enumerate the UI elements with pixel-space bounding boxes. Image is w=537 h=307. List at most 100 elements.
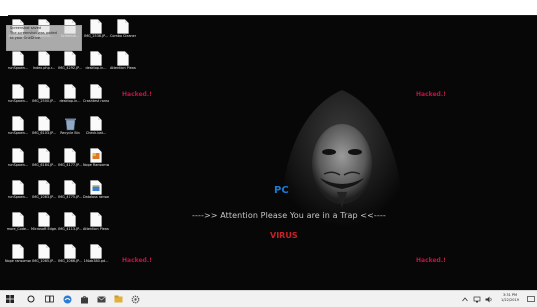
desktop-icon-label: runSpawn... bbox=[7, 66, 29, 70]
desktop-icon[interactable]: IMG_2500.JP... bbox=[31, 84, 57, 112]
document-file-icon bbox=[83, 116, 109, 131]
hacked-label: Hacked.! bbox=[122, 91, 152, 98]
desktop-icon-label: IMG_6103.JP... bbox=[32, 131, 56, 135]
document-file-icon bbox=[83, 244, 109, 259]
desktop-icon-label: Recycle Bin bbox=[60, 131, 80, 135]
desktop-icon[interactable]: IMG_4113.JP... bbox=[57, 212, 83, 240]
desktop-icon-label: IMG_4113.JP... bbox=[58, 227, 82, 231]
desktop-icon-label: IMG_6184.JP... bbox=[32, 163, 56, 167]
desktop-icon-label: desktop.in... bbox=[85, 66, 107, 70]
desktop-icon-label: Index.php.r... bbox=[32, 66, 56, 70]
document-file-icon bbox=[83, 51, 109, 66]
desktop-icon[interactable]: Index.php.r... bbox=[31, 51, 57, 79]
desktop-icon[interactable]: Check.bat... bbox=[83, 116, 109, 144]
desktop-icon-label: IMG_2536.JP... bbox=[84, 34, 108, 38]
document-file-icon bbox=[31, 244, 57, 259]
document-file-icon bbox=[5, 84, 31, 99]
document-file-icon bbox=[57, 180, 83, 195]
desktop-icon-label: runSpawn... bbox=[7, 163, 29, 167]
desktop-icon[interactable]: IMG_4292.JP... bbox=[57, 51, 83, 79]
hacked-label: Hacked.! bbox=[416, 257, 446, 264]
desktop-icon-label: Check.bat... bbox=[85, 131, 107, 135]
document-file-icon bbox=[31, 51, 57, 66]
colored-file-icon bbox=[83, 148, 109, 163]
desktop-icon[interactable]: IMG_4775.JP... bbox=[57, 180, 83, 208]
desktop-icon[interactable]: IMG_6184.JP... bbox=[31, 148, 57, 176]
desktop-icon-label: 1f4ab380.pd... bbox=[83, 259, 109, 263]
document-file-icon bbox=[5, 116, 31, 131]
desktop-icon[interactable]: IMG_1066.JP... bbox=[57, 244, 83, 272]
desktop-icon-label: runSpawn... bbox=[7, 99, 29, 103]
desktop-icon[interactable]: desktop.in... bbox=[83, 51, 109, 79]
desktop-icon[interactable]: Dataloss ransomware bbox=[83, 180, 109, 208]
document-file-icon bbox=[5, 180, 31, 195]
action-center-icon[interactable] bbox=[524, 293, 537, 305]
desktop-icon[interactable]: IMG_4177.JP... bbox=[57, 148, 83, 176]
desktop-icon[interactable]: IMG_1063.JP... bbox=[31, 180, 57, 208]
desktop-icon[interactable]: IMG_1065.JP... bbox=[31, 244, 57, 272]
desktop-icon-label: IMG_2500.JP... bbox=[32, 99, 56, 103]
desktop-icon[interactable]: Combo Cleaner.lnk bbox=[110, 19, 136, 47]
desktop-icon-label: Nope Ransomware bbox=[83, 163, 109, 167]
store-icon[interactable] bbox=[77, 293, 91, 305]
document-file-icon bbox=[57, 84, 83, 99]
desktop-icon[interactable]: 1f4ab380.pd... bbox=[83, 244, 109, 272]
volume-icon[interactable] bbox=[482, 293, 496, 305]
desktop-icon[interactable]: Attention Please bbox=[110, 51, 136, 79]
desktop-icon-label: IMG_1063.JP... bbox=[32, 195, 56, 199]
desktop-icon[interactable]: IMG_6103.JP... bbox=[31, 116, 57, 144]
mail-icon[interactable] bbox=[94, 293, 108, 305]
desktop-icon-label: Dataloss ransomware bbox=[83, 195, 109, 199]
desktop-icon[interactable]: runSpawn... bbox=[5, 116, 31, 144]
document-file-icon bbox=[83, 19, 109, 34]
desktop-icon-label: Microsoft Edge.lnk.r... bbox=[31, 227, 57, 231]
desktop-icon-label: Crashtest ransomware bbox=[83, 99, 109, 103]
desktop-icon-label: desktop.in... bbox=[59, 99, 81, 103]
notification-text: to your OneDrive. bbox=[10, 36, 42, 40]
document-file-icon bbox=[5, 148, 31, 163]
attention-message: ---->> Attention Please You are in a Tra… bbox=[192, 211, 386, 220]
clock-date: 1/22/2019 bbox=[501, 298, 519, 302]
document-file-icon bbox=[83, 212, 109, 227]
document-file-icon bbox=[31, 84, 57, 99]
task-view-icon[interactable] bbox=[42, 293, 56, 305]
desktop-icon[interactable]: runSpawn... bbox=[5, 148, 31, 176]
desktop-icon[interactable]: Nope ransomware bbox=[5, 244, 31, 272]
pc-label: PC bbox=[274, 185, 289, 196]
desktop-icon[interactable]: Attention Please bbox=[83, 212, 109, 240]
desktop: Hacked.! Hacked.! Hacked.! Hacked.! PC -… bbox=[0, 16, 537, 290]
edge-browser-icon[interactable] bbox=[60, 293, 74, 305]
file-explorer-icon[interactable] bbox=[111, 293, 125, 305]
settings-icon[interactable] bbox=[128, 293, 142, 305]
document-file-icon bbox=[31, 180, 57, 195]
desktop-icon-label: IMG_4292.JP... bbox=[58, 66, 82, 70]
document-file-icon bbox=[110, 19, 136, 34]
desktop-icon-label: IMG_1065.JP... bbox=[32, 259, 56, 263]
desktop-icon[interactable]: runSpawn... bbox=[5, 180, 31, 208]
virus-label: VIRUS bbox=[270, 231, 298, 240]
cortana-search-icon[interactable] bbox=[24, 293, 38, 305]
hacked-label: Hacked.! bbox=[416, 91, 446, 98]
windows-start-icon[interactable] bbox=[3, 293, 17, 305]
desktop-icon[interactable]: Recycle Bin bbox=[57, 116, 83, 144]
document-file-icon bbox=[57, 51, 83, 66]
desktop-icon[interactable]: Nope Ransomware bbox=[83, 148, 109, 176]
desktop-icon[interactable]: runSpawn... bbox=[5, 84, 31, 112]
desktop-icon-label: IMG_4177.JP... bbox=[58, 163, 82, 167]
document-file-icon bbox=[57, 148, 83, 163]
document-file-icon bbox=[31, 148, 57, 163]
hacked-label: Hacked.! bbox=[122, 257, 152, 264]
desktop-icon[interactable]: IMG_2536.JP... bbox=[83, 19, 109, 47]
document-file-icon bbox=[57, 244, 83, 259]
desktop-icon[interactable]: more_Code... bbox=[5, 212, 31, 240]
desktop-icon[interactable]: runSpawn... bbox=[5, 51, 31, 79]
desktop-icon[interactable]: desktop.in... bbox=[57, 84, 83, 112]
taskbar-clock[interactable]: 3:31 PM 1/22/2019 bbox=[496, 293, 524, 303]
screenshot-notification[interactable]: Screenshot saved The screenshot was adde… bbox=[6, 25, 82, 51]
document-file-icon bbox=[110, 51, 136, 66]
desktop-icon[interactable]: Crashtest ransomware bbox=[83, 84, 109, 112]
desktop-icon-label: Combo Cleaner.lnk bbox=[110, 34, 136, 38]
desktop-icon[interactable]: Microsoft Edge.lnk.r... bbox=[31, 212, 57, 240]
desktop-icon-label: more_Code... bbox=[6, 227, 30, 231]
document-file-icon bbox=[5, 51, 31, 66]
